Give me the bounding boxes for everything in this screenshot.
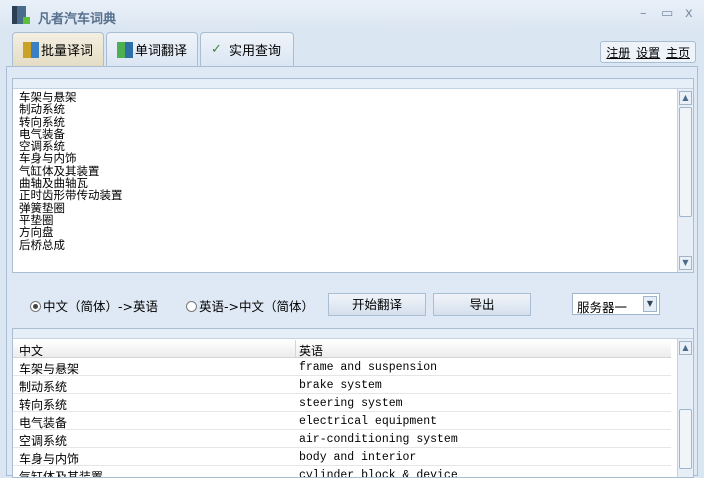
tab-label: 实用查询 xyxy=(229,44,282,59)
scroll-up-icon[interactable]: ▲ xyxy=(679,341,692,355)
source-line: 后桥总成 xyxy=(19,237,65,252)
title-bar: 凡者汽车词典 – ▭ x xyxy=(0,0,704,30)
start-translate-button[interactable]: 开始翻译 xyxy=(328,293,426,316)
cell-chinese: 电气装备 xyxy=(19,416,68,430)
radio-empty-icon xyxy=(186,301,197,312)
table-scrollbar[interactable]: ▲ xyxy=(677,339,693,477)
cell-chinese: 制动系统 xyxy=(19,380,68,394)
cell-english: electrical equipment xyxy=(299,415,438,428)
cell-english: frame and suspension xyxy=(299,361,438,374)
source-line: 车身与内饰 xyxy=(19,151,77,166)
tab-label: 单词翻译 xyxy=(135,44,188,59)
column-header-chinese[interactable]: 中文 xyxy=(19,342,43,359)
scroll-up-icon[interactable]: ▲ xyxy=(679,91,692,105)
cell-english: body and interior xyxy=(299,451,417,464)
header-links: 注册 设置 主页 xyxy=(600,41,696,63)
column-header-english[interactable]: 英语 xyxy=(299,342,323,359)
cell-chinese: 转向系统 xyxy=(19,398,68,412)
radio-en-to-cn[interactable]: 英语->中文（简体） xyxy=(186,296,314,315)
cell-english: steering system xyxy=(299,397,403,410)
source-line: 正时齿形带传动装置 xyxy=(19,188,123,203)
source-lines: 车架与悬架 制动系统 转向系统 电气装备 空调系统 车身与内饰 气缸体及其装置 曲轴及曲轴瓦正… xyxy=(19,91,123,251)
radio-label: 英语->中文（简体） xyxy=(199,299,314,314)
table-row[interactable]: 车身与内饰 body and interior xyxy=(13,448,671,466)
tab-label: 批量译词 xyxy=(41,44,94,59)
register-link[interactable]: 注册 xyxy=(606,46,630,60)
table-topbar xyxy=(13,329,693,339)
check-book-icon: ✓ xyxy=(211,41,222,57)
book-arrow-icon xyxy=(117,41,133,58)
books-icon xyxy=(23,41,39,58)
tab-batch-translate[interactable]: 批量译词 xyxy=(12,32,104,66)
scroll-thumb[interactable] xyxy=(679,107,692,217)
source-line: 制动系统 xyxy=(19,102,65,117)
table-row[interactable]: 制动系统 brake system xyxy=(13,376,671,394)
scroll-thumb[interactable] xyxy=(679,409,692,469)
textarea-header xyxy=(13,79,693,89)
window-title: 凡者汽车词典 xyxy=(38,12,117,27)
app-icon xyxy=(12,6,30,24)
cell-chinese: 车架与悬架 xyxy=(19,362,80,376)
source-line: 方向盘 xyxy=(19,225,54,240)
table-row[interactable]: 车架与悬架 frame and suspension xyxy=(13,358,671,376)
server-select[interactable]: 服务器一 ▼ xyxy=(572,293,660,315)
table-header: 中文 英语 xyxy=(13,340,671,358)
radio-label: 中文（简体）->英语 xyxy=(43,299,158,314)
result-table: 中文 英语 车架与悬架 frame and suspension 制动系统 brake… xyxy=(12,328,694,478)
close-button[interactable]: x xyxy=(685,6,693,21)
source-scrollbar[interactable]: ▲ ▼ xyxy=(677,89,693,272)
radio-selected-icon xyxy=(30,301,41,312)
tab-practical-query[interactable]: ✓ 实用查询 xyxy=(200,32,294,66)
cell-chinese: 气缸体及其装置 xyxy=(19,470,104,478)
export-button[interactable]: 导出 xyxy=(433,293,531,316)
cell-english: air-conditioning system xyxy=(299,433,458,446)
table-row[interactable]: 电气装备 electrical equipment xyxy=(13,412,671,430)
tab-word-translate[interactable]: 单词翻译 xyxy=(106,32,198,66)
minimize-button[interactable]: – xyxy=(640,6,647,21)
scroll-down-icon[interactable]: ▼ xyxy=(679,256,692,270)
maximize-button[interactable]: ▭ xyxy=(661,6,673,21)
table-row[interactable]: 空调系统 air-conditioning system xyxy=(13,430,671,448)
cell-english: brake system xyxy=(299,379,382,392)
home-link[interactable]: 主页 xyxy=(666,46,690,60)
server-select-value: 服务器一 xyxy=(577,300,628,315)
cell-chinese: 空调系统 xyxy=(19,434,68,448)
radio-cn-to-en[interactable]: 中文（简体）->英语 xyxy=(30,296,158,315)
cell-chinese: 车身与内饰 xyxy=(19,452,80,466)
chevron-down-icon[interactable]: ▼ xyxy=(643,296,657,312)
table-row[interactable]: 气缸体及其装置 cylinder block & device xyxy=(13,466,671,478)
source-textarea[interactable]: 车架与悬架 制动系统 转向系统 电气装备 空调系统 车身与内饰 气缸体及其装置 曲轴及曲轴瓦正… xyxy=(12,78,694,273)
table-row[interactable]: 转向系统 steering system xyxy=(13,394,671,412)
settings-link[interactable]: 设置 xyxy=(636,46,660,60)
